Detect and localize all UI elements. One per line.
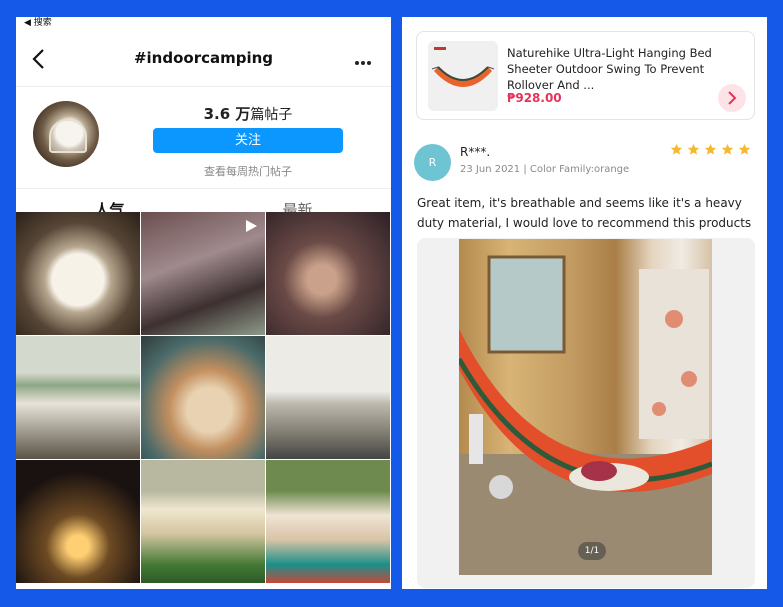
more-options-icon[interactable] bbox=[355, 61, 371, 65]
product-name: Naturehike Ultra-Light Hanging Bed Sheet… bbox=[507, 46, 712, 92]
post-thumbnail[interactable] bbox=[141, 460, 265, 583]
hashtag-page: ◀ 搜索 #indoorcamping 3.6 万篇帖子 关注 查看每周热门帖子… bbox=[16, 17, 391, 589]
post-count: 3.6 万篇帖子 bbox=[153, 103, 343, 124]
photo-counter: 1/1 bbox=[578, 542, 606, 560]
post-count-suffix: 篇帖子 bbox=[250, 107, 293, 123]
product-review-page: Naturehike Ultra-Light Hanging Bed Sheet… bbox=[402, 17, 767, 589]
status-bar-back[interactable]: ◀ 搜索 bbox=[16, 17, 391, 31]
chevron-right-icon bbox=[728, 91, 737, 105]
star-icon bbox=[687, 143, 700, 155]
reviewer-avatar: R bbox=[414, 144, 451, 181]
hashtag-avatar bbox=[33, 101, 99, 167]
reviewer-name: R***. bbox=[460, 145, 491, 159]
post-thumbnail[interactable] bbox=[16, 212, 140, 335]
product-arrow-button[interactable] bbox=[718, 84, 746, 112]
hashtag-header: 3.6 万篇帖子 关注 查看每周热门帖子 bbox=[16, 87, 391, 189]
star-icon bbox=[721, 143, 734, 155]
star-icon bbox=[670, 143, 683, 155]
post-count-number: 3.6 万 bbox=[203, 105, 251, 123]
post-thumbnail[interactable] bbox=[266, 460, 390, 583]
star-icon bbox=[738, 143, 751, 155]
hammock-product-icon bbox=[431, 47, 495, 87]
product-card[interactable]: Naturehike Ultra-Light Hanging Bed Sheet… bbox=[416, 31, 755, 120]
review-photo[interactable] bbox=[459, 239, 712, 575]
post-thumbnail[interactable] bbox=[16, 336, 140, 459]
page-title: #indoorcamping bbox=[133, 49, 274, 67]
post-thumbnail[interactable] bbox=[266, 212, 390, 335]
post-thumbnail[interactable] bbox=[16, 460, 140, 583]
review-text: Great item, it's breathable and seems li… bbox=[417, 196, 752, 230]
post-thumbnail[interactable] bbox=[141, 336, 265, 459]
post-thumbnail[interactable] bbox=[141, 212, 265, 335]
rating-stars bbox=[670, 143, 751, 157]
review-meta: 23 Jun 2021 | Color Family:orange bbox=[460, 164, 630, 175]
top-nav: #indoorcamping bbox=[16, 31, 391, 87]
follow-button[interactable]: 关注 bbox=[153, 128, 343, 153]
post-thumbnail[interactable] bbox=[266, 336, 390, 459]
weekly-hot-posts-link[interactable]: 查看每周热门帖子 bbox=[153, 163, 343, 179]
video-play-icon bbox=[246, 220, 257, 232]
product-price: ₱928.00 bbox=[507, 91, 562, 105]
hammock-photo-illustration bbox=[459, 255, 712, 575]
product-image bbox=[428, 41, 498, 111]
star-icon bbox=[704, 143, 717, 155]
